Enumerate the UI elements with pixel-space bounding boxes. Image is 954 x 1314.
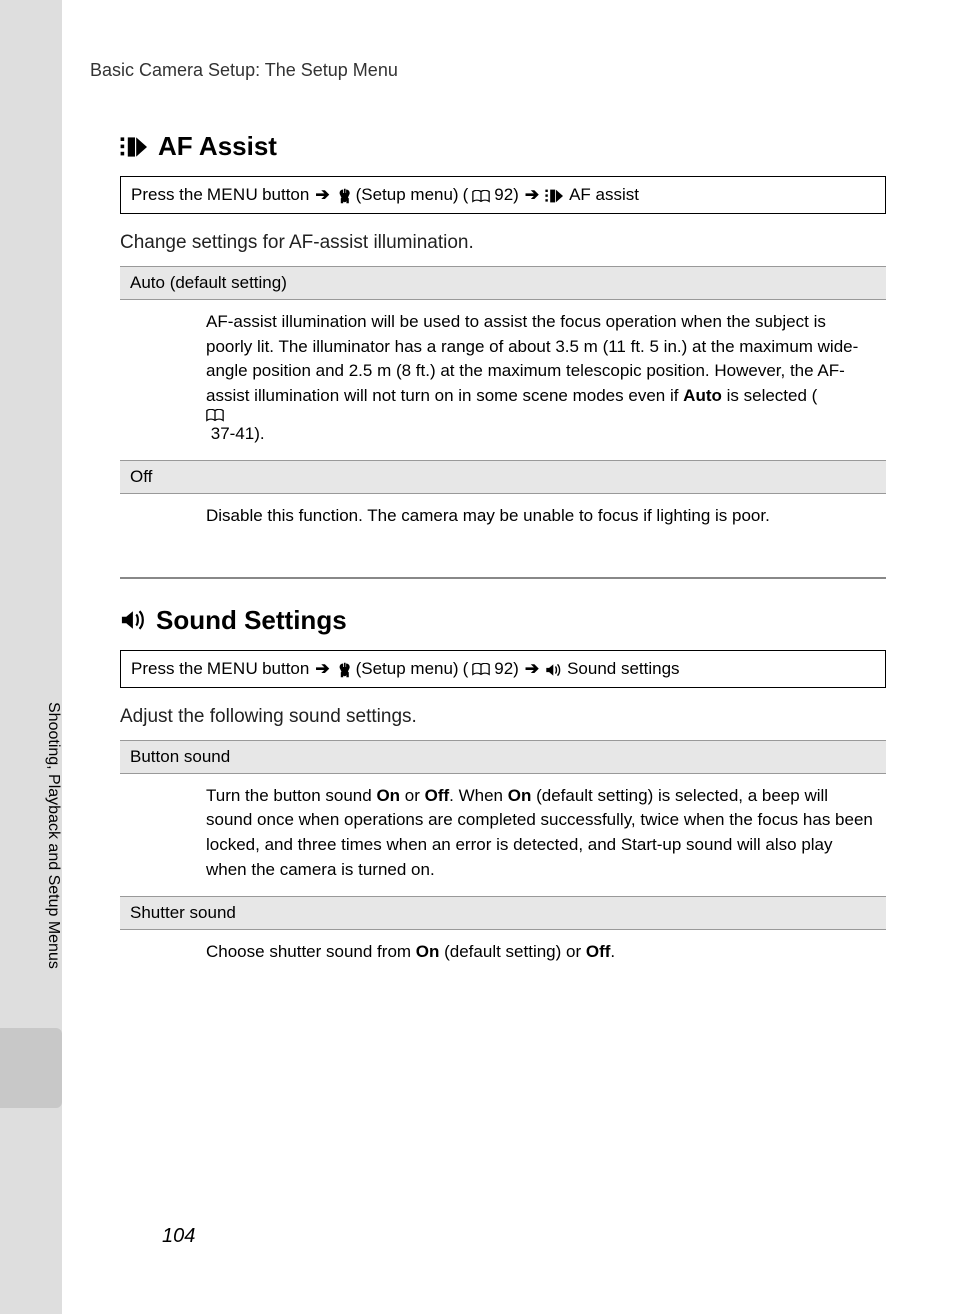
menu-button-label: MENU xyxy=(207,185,258,205)
book-icon xyxy=(472,663,490,676)
nav-path: Press the MENU button ➔ (Setup menu) ( 9… xyxy=(120,176,886,214)
af-assist-icon xyxy=(120,135,150,159)
arrow-right-icon: ➔ xyxy=(523,659,541,679)
nav-tail: AF assist xyxy=(569,185,639,205)
nav-text: button xyxy=(262,185,309,205)
nav-text: ( xyxy=(463,659,469,679)
arrow-right-icon: ➔ xyxy=(523,185,541,205)
option-header: Auto (default setting) xyxy=(120,267,886,300)
wrench-icon xyxy=(336,662,352,678)
nav-text: Press the xyxy=(131,185,203,205)
option-description: Turn the button sound On or Off. When On… xyxy=(120,773,886,897)
desc-ref: 37-41). xyxy=(211,424,265,443)
nav-text: (Setup menu) xyxy=(356,185,459,205)
nav-text: ( xyxy=(463,185,469,205)
desc-text: Turn the button sound On or Off. When On… xyxy=(120,773,886,897)
book-icon xyxy=(472,190,490,203)
section-af-assist: AF Assist Press the MENU button ➔ (Setup… xyxy=(120,131,886,543)
option-header: Off xyxy=(120,461,886,494)
section-intro: Change settings for AF-assist illuminati… xyxy=(120,232,886,254)
page-ref: 92) xyxy=(494,185,519,205)
option-header: Button sound xyxy=(120,740,886,773)
section-sound-settings: Sound Settings Press the MENU button ➔ (… xyxy=(120,605,886,979)
section-intro: Adjust the following sound settings. xyxy=(120,706,886,728)
desc-text: is selected ( xyxy=(722,386,817,405)
desc-text: Choose shutter sound from On (default se… xyxy=(120,930,886,979)
option-name: Button sound xyxy=(120,740,886,773)
section-title-text: AF Assist xyxy=(158,131,277,162)
page-ref: 92) xyxy=(494,659,519,679)
arrow-right-icon: ➔ xyxy=(313,185,331,205)
section-title-text: Sound Settings xyxy=(156,605,347,636)
desc-text: Disable this function. The camera may be… xyxy=(206,506,770,525)
nav-path: Press the MENU button ➔ (Setup menu) ( 9… xyxy=(120,650,886,688)
option-description: Choose shutter sound from On (default se… xyxy=(120,930,886,979)
side-tab-label: Shooting, Playback and Setup Menus xyxy=(28,698,62,1016)
arrow-right-icon: ➔ xyxy=(313,659,331,679)
options-table: Auto (default setting) AF-assist illumin… xyxy=(120,266,886,543)
nav-text: button xyxy=(262,659,309,679)
option-description: Disable this function. The camera may be… xyxy=(120,494,886,543)
desc-bold: Auto xyxy=(683,386,722,405)
page-body: Basic Camera Setup: The Setup Menu AF As… xyxy=(62,0,954,1314)
section-divider xyxy=(120,577,886,579)
wrench-icon xyxy=(336,188,352,204)
option-name: Off xyxy=(120,461,886,494)
side-tab-thumb xyxy=(0,1028,62,1108)
af-assist-icon xyxy=(545,188,565,204)
nav-text: Press the xyxy=(131,659,203,679)
running-head: Basic Camera Setup: The Setup Menu xyxy=(90,60,886,81)
book-icon xyxy=(206,409,876,422)
nav-tail: Sound settings xyxy=(567,659,679,679)
nav-text: (Setup menu) xyxy=(356,659,459,679)
option-name: Auto (default setting) xyxy=(120,267,886,300)
option-description: AF-assist illumination will be used to a… xyxy=(120,300,886,461)
sound-icon xyxy=(545,663,563,677)
options-table: Button sound Turn the button sound On or… xyxy=(120,740,886,979)
section-title: Sound Settings xyxy=(120,605,886,636)
side-tab: Shooting, Playback and Setup Menus xyxy=(0,698,62,1110)
option-header: Shutter sound xyxy=(120,897,886,930)
page-number: 104 xyxy=(162,1225,195,1248)
option-name: Shutter sound xyxy=(120,897,886,930)
menu-button-label: MENU xyxy=(207,659,258,679)
sound-icon xyxy=(120,609,148,631)
section-title: AF Assist xyxy=(120,131,886,162)
